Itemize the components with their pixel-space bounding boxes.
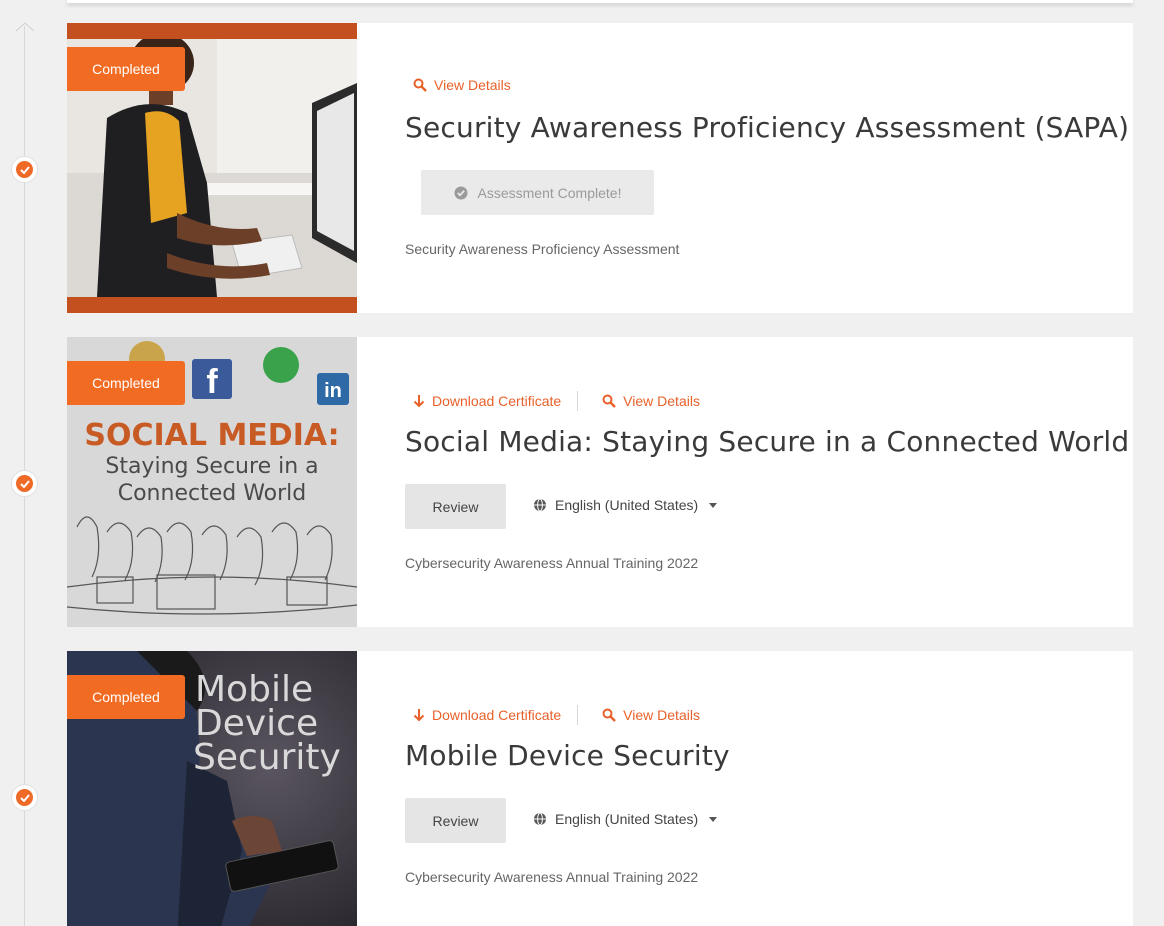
- view-details-label: View Details: [623, 707, 700, 723]
- search-icon: [602, 394, 617, 408]
- view-details-link[interactable]: View Details: [413, 77, 511, 93]
- course-title: Mobile Device Security: [405, 739, 730, 772]
- view-details-label: View Details: [434, 77, 511, 93]
- caret-down-icon: [709, 502, 718, 508]
- view-details-link[interactable]: View Details: [602, 393, 700, 409]
- timeline-complete-icon: [11, 784, 38, 811]
- language-label: English (United States): [555, 811, 699, 827]
- view-details-label: View Details: [623, 393, 700, 409]
- download-certificate-label: Download Certificate: [432, 393, 562, 409]
- course-card-sapa: Completed View Details Security Awarenes…: [67, 23, 1133, 313]
- review-button[interactable]: Review: [405, 798, 506, 843]
- timeline-complete-icon: [11, 156, 38, 183]
- assessment-complete-button: Assessment Complete!: [421, 170, 654, 215]
- completed-badge: Completed: [67, 47, 185, 91]
- review-button[interactable]: Review: [405, 484, 506, 529]
- view-details-link[interactable]: View Details: [602, 707, 700, 723]
- course-card-social-media: f in SOCIAL MEDIA: Staying Secure in a C…: [67, 337, 1133, 627]
- svg-text:Connected World: Connected World: [118, 481, 307, 506]
- timeline-arrow-icon: [15, 22, 35, 32]
- caret-down-icon: [709, 816, 718, 822]
- course-thumbnail[interactable]: f in SOCIAL MEDIA: Staying Secure in a C…: [67, 337, 357, 627]
- svg-text:f: f: [206, 363, 218, 401]
- assessment-complete-label: Assessment Complete!: [477, 184, 622, 201]
- language-dropdown[interactable]: English (United States): [533, 497, 718, 513]
- course-list-page: Completed View Details Security Awarenes…: [0, 0, 1164, 926]
- course-subtitle: Security Awareness Proficiency Assessmen…: [405, 241, 680, 257]
- globe-icon: [534, 812, 546, 826]
- completed-badge: Completed: [67, 675, 185, 719]
- previous-card-edge: [67, 0, 1133, 3]
- course-subtitle: Cybersecurity Awareness Annual Training …: [405, 555, 699, 571]
- svg-text:Staying Secure in a: Staying Secure in a: [105, 454, 318, 479]
- download-certificate-label: Download Certificate: [432, 707, 562, 723]
- completed-badge: Completed: [67, 361, 185, 405]
- download-certificate-link[interactable]: Download Certificate: [413, 393, 561, 409]
- search-icon: [413, 78, 427, 92]
- svg-text:SOCIAL MEDIA:: SOCIAL MEDIA:: [84, 418, 339, 453]
- globe-icon: [534, 498, 546, 512]
- arrow-down-icon: [413, 395, 425, 408]
- search-icon: [602, 708, 617, 722]
- course-title: Social Media: Staying Secure in a Connec…: [405, 425, 1130, 458]
- language-label: English (United States): [555, 497, 699, 513]
- timeline-complete-icon: [11, 470, 38, 497]
- course-thumbnail[interactable]: Mobile Device Security Completed: [67, 651, 357, 926]
- arrow-down-icon: [413, 709, 425, 722]
- svg-text:in: in: [324, 380, 342, 402]
- download-certificate-link[interactable]: Download Certificate: [413, 707, 561, 723]
- course-title: Security Awareness Proficiency Assessmen…: [405, 111, 1130, 144]
- course-subtitle: Cybersecurity Awareness Annual Training …: [405, 869, 699, 885]
- check-circle-icon: [454, 186, 468, 199]
- language-dropdown[interactable]: English (United States): [533, 811, 718, 827]
- link-divider: [577, 705, 579, 725]
- svg-text:Security: Security: [193, 737, 341, 778]
- link-divider: [577, 391, 579, 411]
- course-card-mobile-device-security: Mobile Device Security Completed Downloa…: [67, 651, 1133, 926]
- course-thumbnail[interactable]: Completed: [67, 23, 357, 313]
